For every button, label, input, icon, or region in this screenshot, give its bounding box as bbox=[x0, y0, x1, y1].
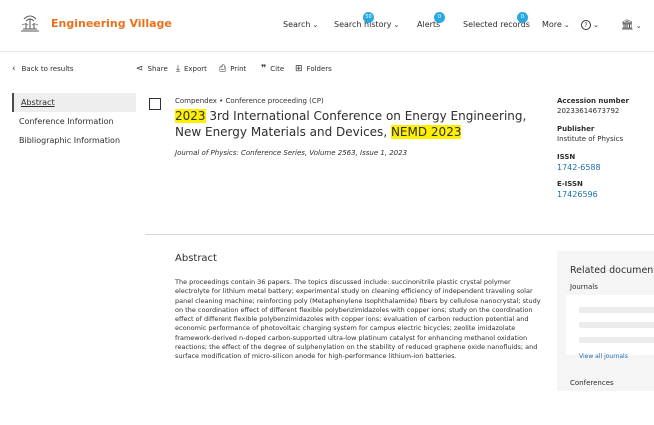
cite-label: Cite bbox=[270, 65, 285, 73]
selected-records-count-badge: 0 bbox=[517, 12, 528, 23]
issn-link[interactable]: 1742-6588 bbox=[557, 163, 654, 172]
select-record-checkbox[interactable] bbox=[149, 98, 161, 110]
sidebar-item-abstract[interactable]: Abstract bbox=[12, 93, 136, 112]
journal-name[interactable]: Journal of Physics: Conference Series bbox=[175, 149, 305, 157]
folders-label: Folders bbox=[306, 65, 332, 73]
related-documents-panel: Related documen Journals View all journa… bbox=[557, 251, 654, 391]
share-button[interactable]: ⋖ Share bbox=[136, 64, 168, 74]
back-to-results-label: Back to results bbox=[21, 65, 74, 73]
record-toolbar: ‹ Back to results ⋖ Share ⤓ Export ⎙ Print ❞… bbox=[0, 52, 654, 86]
quote-icon: ❞ bbox=[261, 64, 267, 74]
printer-icon: ⎙ bbox=[219, 64, 227, 74]
folder-add-icon: ⊞ bbox=[295, 64, 303, 74]
record-title: 2023 3rd International Conference on Ene… bbox=[175, 108, 535, 140]
view-all-journals-link[interactable]: View all journals bbox=[579, 353, 628, 360]
cite-button[interactable]: ❞ Cite bbox=[261, 64, 284, 74]
search-history-count-badge: 50 bbox=[363, 12, 374, 23]
sidebar-item-conference-information[interactable]: Conference Information bbox=[12, 112, 136, 131]
back-to-results-link[interactable]: ‹ Back to results bbox=[12, 64, 74, 74]
chevron-down-icon: ⌄ bbox=[563, 21, 570, 29]
institution-menu[interactable]: 🏛 ⌄ bbox=[621, 20, 642, 31]
record-details: Accession number 20233614673792 Publishe… bbox=[557, 97, 654, 207]
chevron-left-icon: ‹ bbox=[12, 64, 16, 74]
export-label: Export bbox=[183, 65, 207, 73]
title-highlight-year: 2023 bbox=[175, 109, 206, 123]
related-documents-heading: Related documen bbox=[570, 265, 654, 276]
publisher-value: Institute of Physics bbox=[557, 135, 624, 143]
related-journals-label: Journals bbox=[570, 283, 598, 291]
print-button[interactable]: ⎙ Print bbox=[219, 64, 246, 74]
eissn-label: E-ISSN bbox=[557, 180, 583, 188]
abstract-text: The proceedings contain 36 papers. The t… bbox=[175, 278, 541, 361]
help-icon: ? bbox=[581, 20, 591, 30]
sidebar-item-bibliographic-information[interactable]: Bibliographic Information bbox=[12, 131, 136, 150]
print-label: Print bbox=[230, 65, 247, 73]
record-meta: Compendex • Conference proceeding (CP) bbox=[175, 97, 324, 105]
related-conferences-label: Conferences bbox=[570, 379, 614, 387]
publisher-label: Publisher bbox=[557, 125, 595, 133]
folders-button[interactable]: ⊞ Folders bbox=[295, 64, 332, 74]
loading-placeholder bbox=[579, 307, 654, 313]
nav-search-history-label: Search history bbox=[334, 20, 392, 29]
loading-placeholder bbox=[579, 322, 654, 328]
section-divider bbox=[145, 234, 654, 235]
institution-icon: 🏛 bbox=[621, 20, 634, 31]
chevron-down-icon: ⌄ bbox=[393, 21, 400, 29]
nav-more-label: More bbox=[542, 20, 562, 29]
download-icon: ⤓ bbox=[176, 64, 180, 74]
abstract-heading: Abstract bbox=[175, 253, 217, 264]
accession-number-label: Accession number bbox=[557, 97, 629, 105]
title-highlight-acronym: NEMD 2023 bbox=[390, 125, 462, 139]
nav-more[interactable]: More ⌄ bbox=[542, 20, 570, 29]
help-menu[interactable]: ? ⌄ bbox=[581, 20, 599, 30]
engineering-village-logo[interactable] bbox=[18, 13, 42, 35]
title-text: 3rd International Conference on Energy E… bbox=[175, 109, 527, 139]
chevron-down-icon: ⌄ bbox=[635, 22, 642, 30]
export-button[interactable]: ⤓ Export bbox=[176, 64, 207, 74]
accession-number-value: 20233614673792 bbox=[557, 107, 620, 115]
share-label: Share bbox=[147, 65, 168, 73]
nav-search[interactable]: Search ⌄ bbox=[283, 20, 318, 29]
brand-name[interactable]: Engineering Village bbox=[51, 17, 172, 30]
issn-label: ISSN bbox=[557, 153, 576, 161]
section-nav: Abstract Conference Information Bibliogr… bbox=[12, 93, 136, 150]
top-header: Engineering Village Search ⌄ Search histo… bbox=[0, 0, 654, 51]
share-icon: ⋖ bbox=[136, 64, 144, 74]
nav-search-label: Search bbox=[283, 20, 311, 29]
eissn-link[interactable]: 17426596 bbox=[557, 190, 654, 199]
journal-volume: , Volume 2563, Issue 1, 2023 bbox=[304, 149, 408, 157]
loading-placeholder bbox=[579, 337, 654, 343]
chevron-down-icon: ⌄ bbox=[312, 21, 319, 29]
journal-citation: Journal of Physics: Conference Series, V… bbox=[175, 149, 407, 157]
chevron-down-icon: ⌄ bbox=[593, 21, 599, 29]
alerts-count-badge: 0 bbox=[434, 12, 445, 23]
